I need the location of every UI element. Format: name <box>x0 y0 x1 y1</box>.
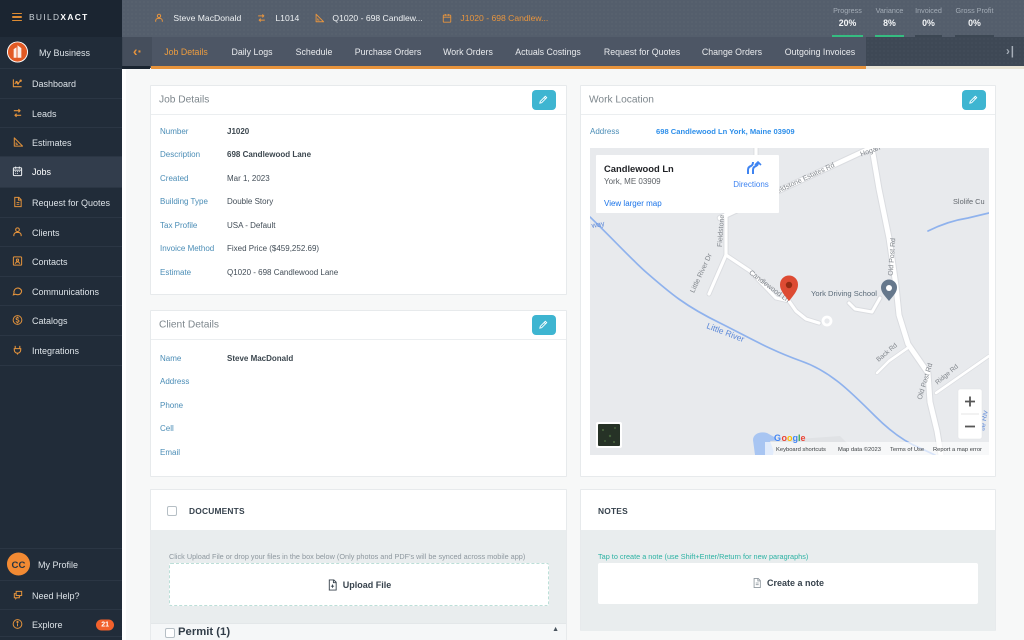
svg-text:Terms of Use: Terms of Use <box>890 447 924 453</box>
svg-text:Report a map error: Report a map error <box>933 447 982 453</box>
svg-text:Map data ©2023: Map data ©2023 <box>838 446 881 453</box>
svg-text:York, ME 03909: York, ME 03909 <box>604 177 661 186</box>
svg-text:CC: CC <box>12 560 26 571</box>
svg-text:Candlewood Ln: Candlewood Ln <box>604 163 674 174</box>
svg-text:York Driving School: York Driving School <box>811 289 877 298</box>
svg-text:Directions: Directions <box>733 180 769 189</box>
svg-text:Slolife Cu: Slolife Cu <box>953 197 985 206</box>
svg-text:View larger map: View larger map <box>604 199 662 208</box>
svg-text:e: e <box>801 433 806 443</box>
svg-text:Keyboard shortcuts: Keyboard shortcuts <box>776 447 826 453</box>
svg-text:G: G <box>774 433 781 443</box>
